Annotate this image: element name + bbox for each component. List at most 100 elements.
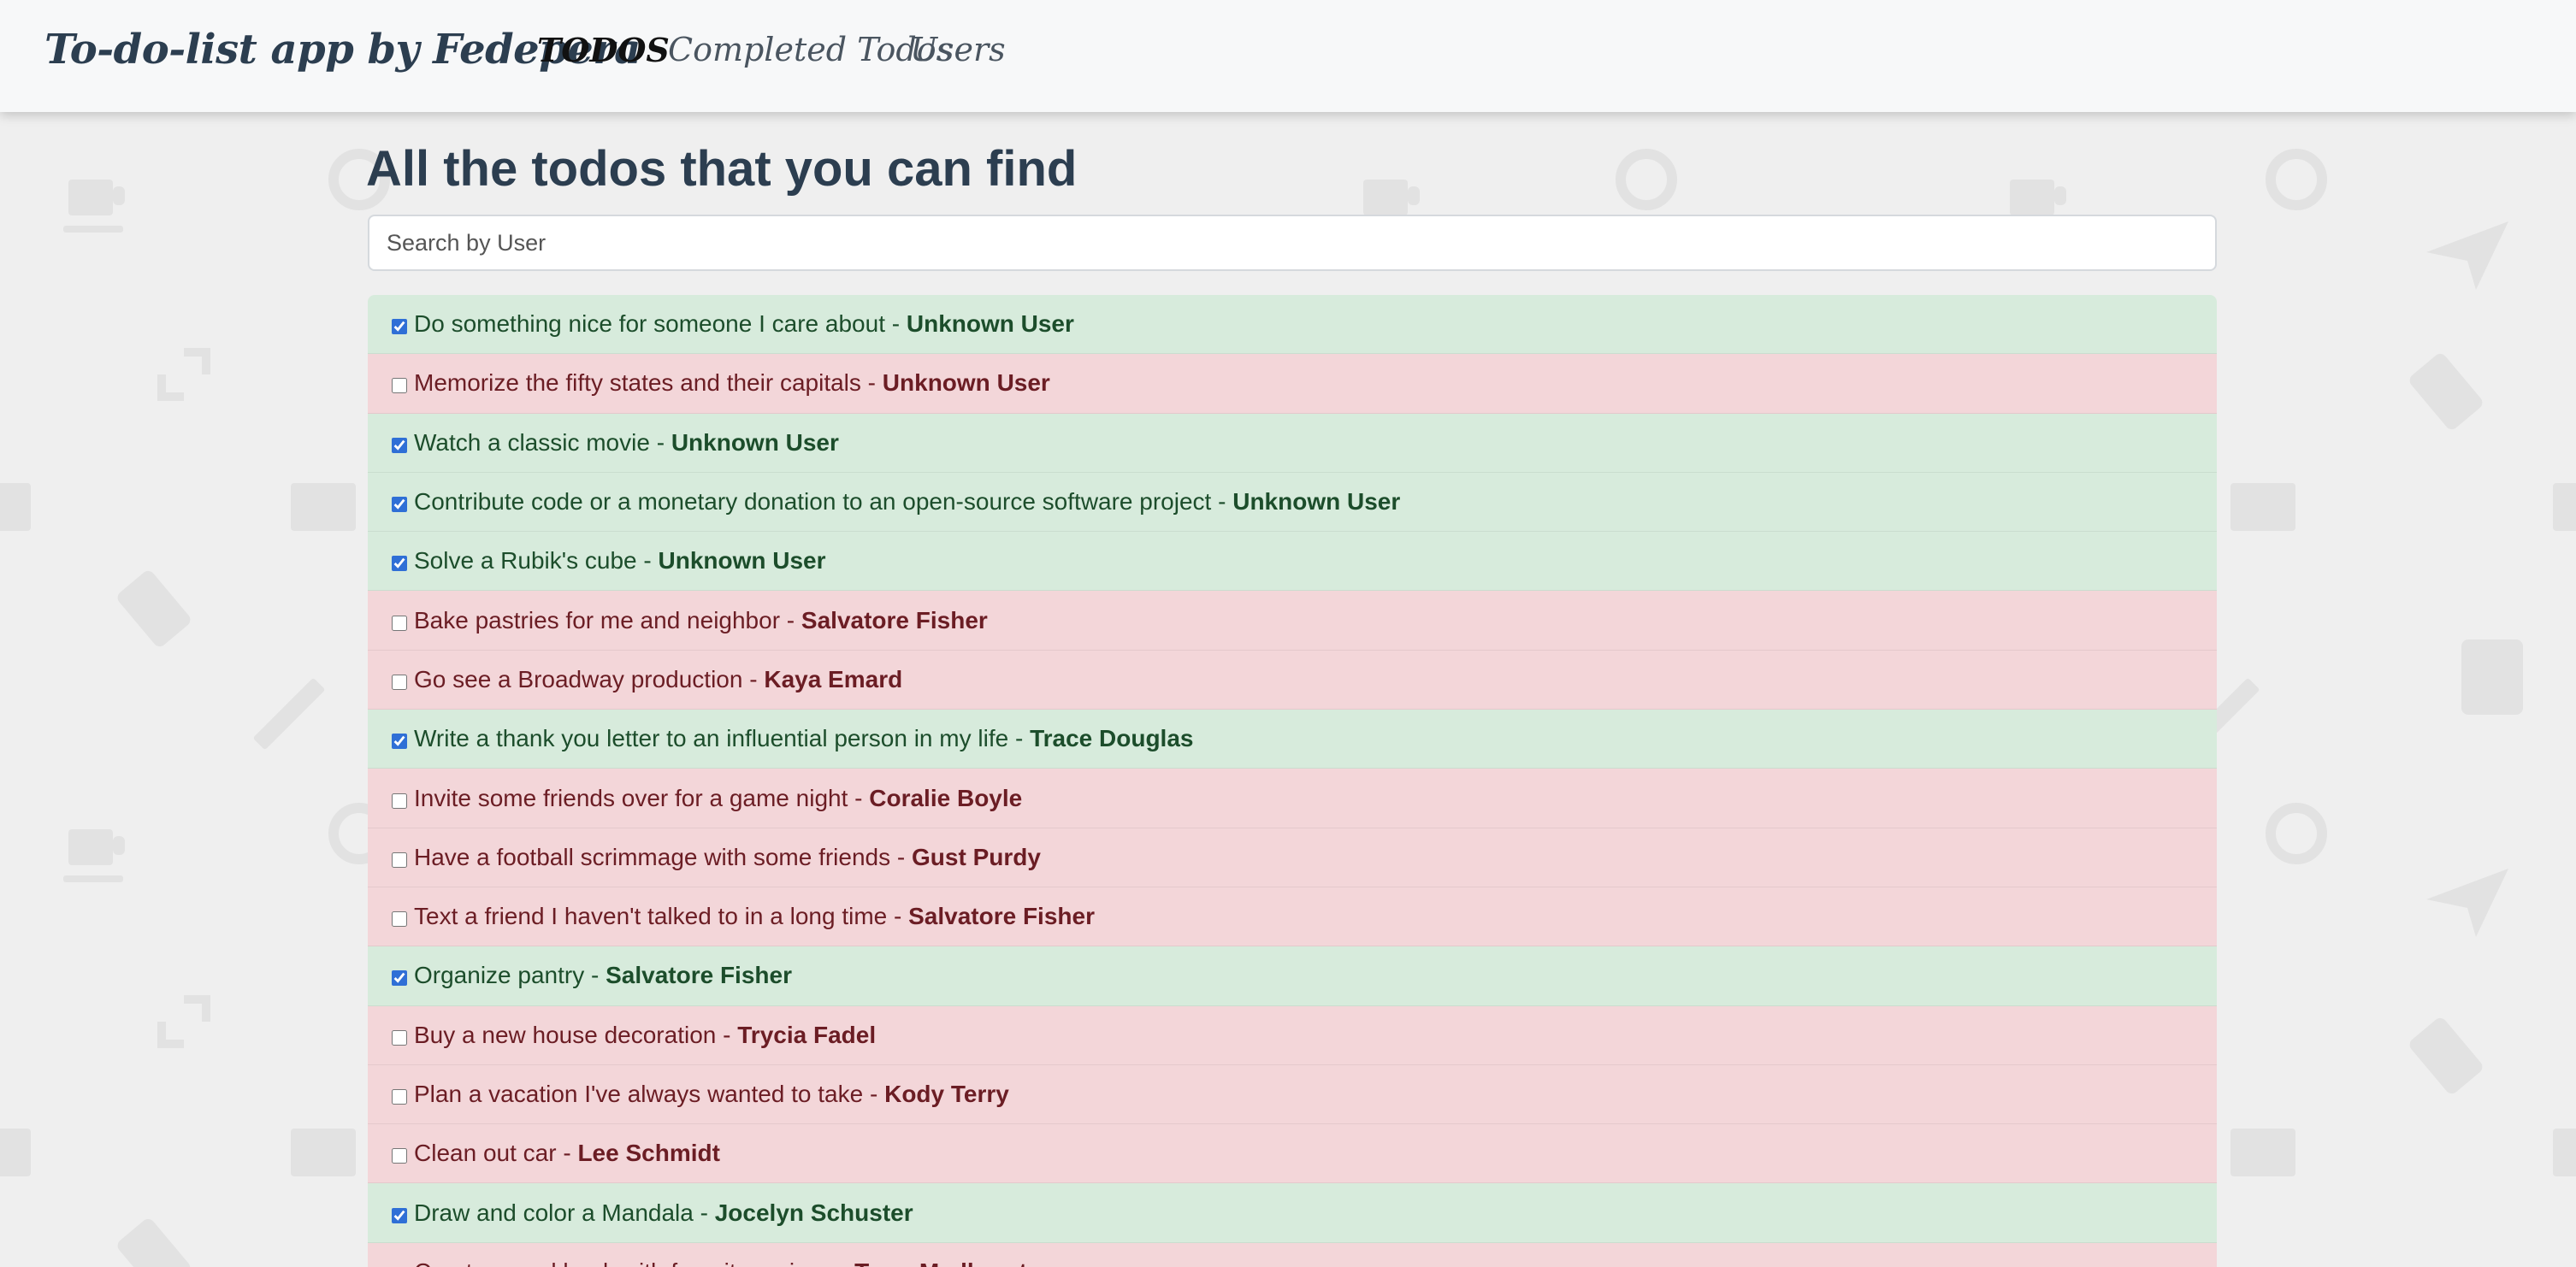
todo-title: Plan a vacation I've always wanted to ta… [414, 1081, 864, 1107]
todo-user-name: Gust Purdy [912, 843, 1041, 870]
todo-completed-checkbox[interactable] [392, 674, 407, 690]
todo-separator: - [716, 1021, 738, 1048]
expand-arrow-icon [157, 348, 210, 401]
magnifier-icon [2266, 149, 2327, 210]
todo-title: Organize pantry [414, 962, 585, 989]
send-plane-icon [2426, 221, 2508, 290]
phone-icon [117, 570, 191, 647]
todo-row: Text a friend I haven't talked to in a l… [368, 887, 2217, 947]
todo-row: Do something nice for someone I care abo… [368, 295, 2217, 355]
todo-row: Organize pantry - Salvatore Fisher [368, 946, 2217, 1006]
todo-title: Invite some friends over for a game nigh… [414, 784, 848, 811]
todo-title: Contribute code or a monetary donation t… [414, 488, 1212, 516]
mail-icon [291, 1129, 356, 1176]
main-content: All the todos that you can find Do somet… [366, 112, 2217, 1267]
mail-icon [2230, 483, 2295, 531]
todo-separator: - [860, 369, 883, 397]
todo-user-name: Terry Medhurst [854, 1258, 1027, 1267]
todo-row: Go see a Broadway production - Kaya Emar… [368, 650, 2217, 710]
todo-row: Plan a vacation I've always wanted to ta… [368, 1064, 2217, 1125]
todo-title: Bake pastries for me and neighbor [414, 606, 781, 634]
todo-separator: - [833, 1258, 854, 1267]
todo-user-name: Salvatore Fisher [908, 903, 1095, 930]
todo-title: Buy a new house decoration [414, 1021, 717, 1048]
todo-title: Create a cookbook with favorite recipes [414, 1258, 833, 1267]
nav-link-users[interactable]: Users [910, 31, 1006, 68]
todo-separator: - [887, 903, 909, 930]
todo-user-name: Unknown User [671, 428, 839, 456]
todo-separator: - [636, 547, 659, 575]
coffee-mug-icon [63, 180, 125, 233]
todo-row: Bake pastries for me and neighbor - Salv… [368, 591, 2217, 651]
todo-separator: - [1211, 488, 1233, 516]
todo-completed-checkbox[interactable] [392, 793, 407, 809]
todo-user-name: Trycia Fadel [737, 1021, 877, 1048]
todo-row: Draw and color a Mandala - Jocelyn Schus… [368, 1183, 2217, 1243]
todo-separator: - [780, 606, 801, 634]
todo-user-name: Unknown User [882, 369, 1050, 397]
todo-list: Do something nice for someone I care abo… [368, 295, 2217, 1267]
todo-row: Create a cookbook with favorite recipes … [368, 1242, 2217, 1267]
pencil-icon [253, 678, 325, 750]
mail-icon [0, 483, 31, 531]
todo-user-name: Unknown User [658, 547, 826, 575]
nav-link-todos[interactable]: TODOS [537, 31, 670, 69]
mail-icon [0, 1129, 31, 1176]
todo-separator: - [556, 1140, 578, 1167]
todo-completed-checkbox[interactable] [392, 1148, 407, 1164]
top-navbar: To-do-list app by Fedepera TODOS Complet… [0, 0, 2576, 112]
todo-row: Clean out car - Lee Schmidt [368, 1124, 2217, 1184]
todo-title: Go see a Broadway production [414, 665, 743, 692]
todo-completed-checkbox[interactable] [392, 1029, 407, 1046]
todo-title: Have a football scrimmage with some frie… [414, 843, 891, 870]
todo-user-name: Lee Schmidt [577, 1140, 720, 1167]
todo-separator: - [848, 784, 870, 811]
todo-separator: - [742, 665, 765, 692]
todo-completed-checkbox[interactable] [392, 319, 407, 335]
todo-title: Text a friend I haven't talked to in a l… [414, 903, 888, 930]
todo-title: Memorize the fifty states and their capi… [414, 369, 861, 397]
todo-completed-checkbox[interactable] [392, 911, 407, 928]
coffee-mug-icon [63, 829, 125, 882]
todo-title: Draw and color a Mandala [414, 1199, 694, 1226]
todo-title: Solve a Rubik's cube [414, 547, 637, 575]
todo-completed-checkbox[interactable] [392, 437, 407, 453]
todo-completed-checkbox[interactable] [392, 378, 407, 394]
todo-user-name: Jocelyn Schuster [714, 1199, 913, 1226]
todo-separator: - [584, 962, 606, 989]
todo-separator: - [649, 428, 671, 456]
todo-completed-checkbox[interactable] [392, 734, 407, 750]
todo-completed-checkbox[interactable] [392, 1089, 407, 1105]
todo-row: Have a football scrimmage with some frie… [368, 828, 2217, 887]
todo-user-name: Trace Douglas [1030, 725, 1194, 752]
todo-completed-checkbox[interactable] [392, 497, 407, 513]
todo-user-name: Salvatore Fisher [801, 606, 988, 634]
todo-separator: - [884, 310, 907, 338]
todo-row: Solve a Rubik's cube - Unknown User [368, 532, 2217, 592]
mail-icon [2553, 483, 2576, 531]
todo-row: Buy a new house decoration - Trycia Fade… [368, 1005, 2217, 1065]
page-title: All the todos that you can find [366, 141, 1078, 197]
todo-completed-checkbox[interactable] [392, 556, 407, 572]
phone-icon [2409, 1017, 2483, 1094]
tablet-icon [2461, 639, 2523, 715]
send-plane-icon [2426, 869, 2508, 937]
phone-icon [117, 1218, 191, 1267]
expand-arrow-icon [157, 995, 210, 1048]
todo-user-name: Unknown User [1232, 488, 1401, 516]
todo-completed-checkbox[interactable] [392, 970, 407, 987]
todo-user-name: Kody Terry [884, 1081, 1009, 1107]
search-by-user-input[interactable] [368, 215, 2217, 271]
todo-separator: - [890, 843, 913, 870]
todo-separator: - [693, 1199, 715, 1226]
todo-separator: - [1008, 725, 1031, 752]
todo-completed-checkbox[interactable] [392, 1207, 407, 1223]
todo-completed-checkbox[interactable] [392, 852, 407, 868]
todo-row: Invite some friends over for a game nigh… [368, 769, 2217, 828]
todo-separator: - [863, 1081, 885, 1107]
todo-row: Write a thank you letter to an influenti… [368, 710, 2217, 769]
todo-title: Clean out car [414, 1140, 557, 1167]
todo-title: Watch a classic movie [414, 428, 650, 456]
mail-icon [2230, 1129, 2295, 1176]
todo-completed-checkbox[interactable] [392, 615, 407, 631]
